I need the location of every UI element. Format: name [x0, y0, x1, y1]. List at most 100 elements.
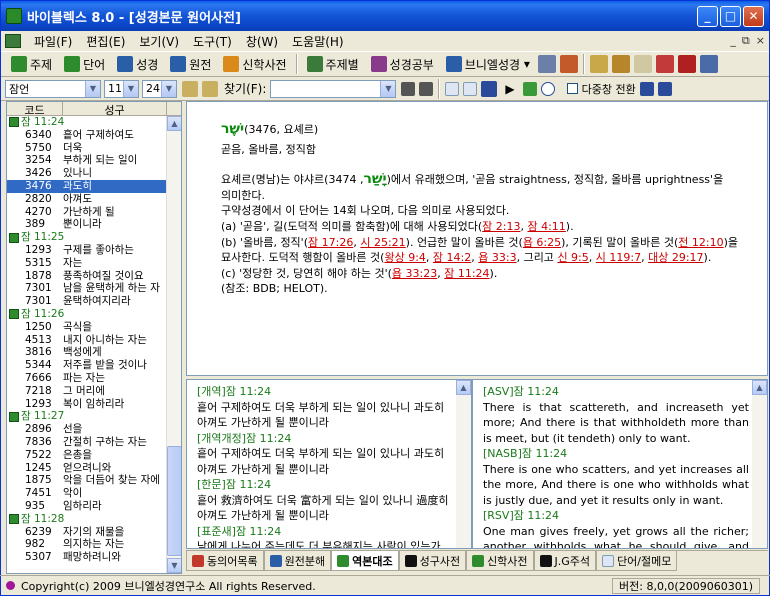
- list-item[interactable]: 4513 내지 아니하는 자는: [7, 334, 181, 347]
- refresh-icon[interactable]: [522, 81, 537, 96]
- book-icon[interactable]: [481, 80, 498, 97]
- list-item[interactable]: 1875 악을 더듬어 찾는 자에: [7, 474, 181, 487]
- print-icon[interactable]: [537, 55, 556, 73]
- verse-group-header[interactable]: 잠 11:24: [7, 116, 181, 129]
- list-item[interactable]: 3816 백성에게: [7, 346, 181, 359]
- title-bar[interactable]: 바이블렉스 8.0 - [성경본문 원어사전] _ □ ✕: [1, 1, 769, 31]
- ref-link[interactable]: 잠 14:2: [433, 251, 471, 264]
- ref-link[interactable]: 시 119:7: [596, 251, 641, 264]
- multiwindow-checkbox[interactable]: [566, 83, 578, 94]
- verse-group-header[interactable]: 잠 11:25: [7, 231, 181, 244]
- list-item[interactable]: 2896 선을: [7, 423, 181, 436]
- list-scrollbar[interactable]: ▲ ▼: [166, 116, 181, 573]
- scroll-up-icon[interactable]: ▲: [167, 116, 181, 131]
- bible-study-button[interactable]: 성경공부: [365, 53, 440, 75]
- menu-edit[interactable]: 편집(E): [79, 33, 132, 50]
- copy-icon[interactable]: [589, 55, 608, 73]
- exit-icon[interactable]: [559, 55, 578, 73]
- tab-original-analysis[interactable]: 원전분해: [263, 551, 332, 571]
- page-icon[interactable]: [445, 81, 460, 96]
- theology-dict-button[interactable]: 신학사전: [217, 53, 292, 75]
- topic-button[interactable]: 주제: [5, 53, 58, 75]
- pane-scrollbar[interactable]: ▲: [456, 380, 471, 548]
- ref-link[interactable]: 전 12:10: [678, 236, 723, 249]
- ref-link[interactable]: 욥 33:23: [392, 267, 437, 280]
- layout1-icon[interactable]: [639, 81, 654, 96]
- ref-link[interactable]: 왕상 9:4: [384, 251, 425, 264]
- ref-link[interactable]: 잠 4:11: [527, 220, 565, 233]
- list-item[interactable]: 5750 더욱: [7, 142, 181, 155]
- list-item[interactable]: 935 임하리라: [7, 500, 181, 513]
- mdi-restore-button[interactable]: ⧉: [742, 34, 750, 48]
- minimize-button[interactable]: _: [697, 5, 718, 27]
- scroll-up-icon[interactable]: ▲: [456, 380, 471, 395]
- tab-version-compare[interactable]: 역본대조: [331, 551, 399, 571]
- binoculars-icon[interactable]: [401, 81, 416, 96]
- bible-button[interactable]: 성경: [111, 53, 164, 75]
- menu-file[interactable]: 파일(F): [27, 33, 79, 50]
- maximize-button[interactable]: □: [720, 5, 741, 27]
- list-item[interactable]: 3476 과도히: [7, 179, 181, 193]
- prev-verse-icon[interactable]: [182, 80, 198, 97]
- info-icon[interactable]: [540, 81, 555, 96]
- list-item[interactable]: 5315 자는: [7, 257, 181, 270]
- list-item[interactable]: 7301 윤택하여지리라: [7, 295, 181, 308]
- verse-group-header[interactable]: 잠 11:27: [7, 410, 181, 423]
- list-item[interactable]: 1293 구제를 좋아하는: [7, 244, 181, 257]
- list-item[interactable]: 2820 아껴도: [7, 193, 181, 206]
- ref-link[interactable]: 잠 17:26: [308, 236, 353, 249]
- list-item[interactable]: 7218 그 머리에: [7, 385, 181, 398]
- tab-memo[interactable]: 단어/절메모: [596, 551, 678, 571]
- book-select[interactable]: 잠언 ▼: [5, 79, 101, 98]
- ref-link[interactable]: 신 9:5: [557, 251, 588, 264]
- list-item[interactable]: 4270 가난하게 될: [7, 206, 181, 219]
- list-item[interactable]: 5307 패망하려니와: [7, 551, 181, 564]
- list-item[interactable]: 3426 있나니: [7, 167, 181, 180]
- ref-link[interactable]: 잠 2:13: [482, 220, 520, 233]
- list-item[interactable]: 982 의지하는 자는: [7, 538, 181, 551]
- verse-group-header[interactable]: 잠 11:28: [7, 513, 181, 526]
- mdi-minimize-button[interactable]: _: [730, 34, 736, 48]
- column-verse[interactable]: 성구: [63, 102, 167, 117]
- column-code[interactable]: 코드: [7, 102, 63, 117]
- next-verse-icon[interactable]: [202, 80, 218, 97]
- scroll-up-icon[interactable]: ▲: [752, 380, 767, 395]
- by-topic-button[interactable]: 주제별: [301, 53, 365, 75]
- list-item[interactable]: 7301 남을 윤택하게 하는 자: [7, 282, 181, 295]
- menu-view[interactable]: 보기(V): [132, 33, 186, 50]
- ref-link[interactable]: 욥 6:25: [523, 236, 561, 249]
- list-item[interactable]: 7666 파는 자는: [7, 372, 181, 385]
- paste-icon[interactable]: [633, 55, 652, 73]
- list-item[interactable]: 7522 은총을: [7, 449, 181, 462]
- page2-icon[interactable]: [463, 81, 478, 96]
- clipboard-icon[interactable]: [611, 55, 630, 73]
- list-item[interactable]: 389 뿐이니라: [7, 218, 181, 231]
- verse-group-header[interactable]: 잠 11:26: [7, 308, 181, 321]
- verse-select[interactable]: 24 ▼: [142, 79, 177, 98]
- menu-help[interactable]: 도움말(H): [285, 33, 351, 50]
- tab-jg-commentary[interactable]: J.G주석: [533, 551, 597, 571]
- list-item[interactable]: 7451 악이: [7, 487, 181, 500]
- mdi-close-button[interactable]: ×: [756, 34, 765, 48]
- word-button[interactable]: 단어: [58, 53, 111, 75]
- list-item[interactable]: 1878 풍족하여질 것이요: [7, 270, 181, 283]
- search-input[interactable]: ▼: [270, 79, 397, 98]
- close-button[interactable]: ✕: [743, 5, 764, 27]
- tab-verse-dict[interactable]: 성구사전: [398, 551, 467, 571]
- find-next-icon[interactable]: [419, 81, 434, 96]
- list-item[interactable]: 3254 부하게 되는 일이: [7, 154, 181, 167]
- play-icon[interactable]: ▶: [505, 82, 514, 96]
- original-button[interactable]: 원전: [164, 53, 217, 75]
- scroll-down-icon[interactable]: ▼: [167, 558, 181, 573]
- ref-link[interactable]: 잠 11:24: [444, 267, 489, 280]
- ref-link[interactable]: 욥 33:3: [478, 251, 516, 264]
- list-item[interactable]: 1245 얻으려니와: [7, 462, 181, 475]
- menu-window[interactable]: 창(W): [239, 33, 285, 50]
- list-item[interactable]: 7836 간절히 구하는 자는: [7, 436, 181, 449]
- chapter-select[interactable]: 11 ▼: [104, 79, 139, 98]
- tab-synonyms[interactable]: 동의어목록: [186, 551, 264, 571]
- ref-link[interactable]: 시 25:21: [360, 236, 405, 249]
- menu-tools[interactable]: 도구(T): [186, 33, 239, 50]
- document-icon[interactable]: [699, 55, 718, 73]
- layout2-icon[interactable]: [657, 81, 672, 96]
